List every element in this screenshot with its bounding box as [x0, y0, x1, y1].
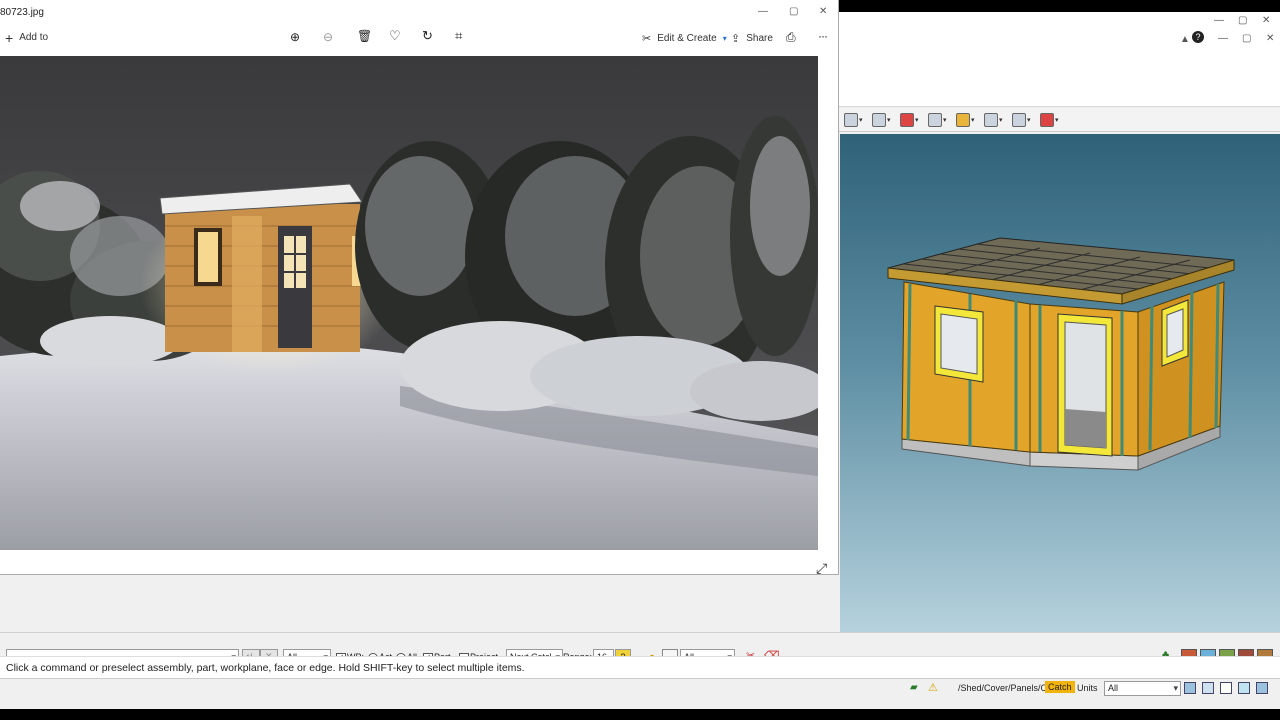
cad-status-bar: ▰ ⚠ /Shed/Cover/Panels/OS Catch Units Al…: [0, 678, 1280, 699]
erase-button[interactable]: ▾: [1040, 112, 1064, 128]
chevron-down-icon: ▾: [722, 34, 727, 43]
snowy-garden-shed-photo: [0, 56, 830, 550]
display-icon: [1012, 112, 1026, 127]
help-icon[interactable]: ?: [1192, 31, 1204, 43]
photos-toolbar: + Add to ⊕ ⊖ 🗑 ♡ ↻ ⌗ ✂ Edit & Create ▾ ⇪…: [0, 24, 838, 56]
window-glass-side: [1166, 308, 1184, 358]
zoom-fit-icon: [984, 112, 998, 127]
cad-command-bar: ↵ ✕ All ✓WP: Act All ✓Part Project Next …: [0, 632, 1280, 665]
window-icon[interactable]: [1202, 682, 1214, 694]
maximize-icon[interactable]: ▢: [789, 6, 798, 17]
cad-message-line: Click a command or preselect assembly, p…: [0, 656, 1280, 679]
fullscreen-icon[interactable]: ⤢: [816, 560, 827, 577]
window-title: 80723.jpg: [0, 7, 44, 18]
photo-image[interactable]: [0, 56, 830, 550]
more-options-icon[interactable]: ···: [818, 29, 828, 43]
status-model-icon: ▰: [910, 682, 918, 693]
section-icon: [900, 112, 914, 127]
minimize-icon[interactable]: —: [1218, 33, 1228, 44]
share-button[interactable]: ⇪ Share: [731, 32, 773, 45]
units-select[interactable]: All: [1104, 681, 1181, 696]
minimize-icon[interactable]: —: [1214, 15, 1224, 26]
favorite-icon[interactable]: ♡: [389, 28, 401, 44]
close-icon[interactable]: ✕: [1266, 33, 1274, 44]
restore-icon[interactable]: ▢: [1242, 33, 1251, 44]
units-label: Units: [1077, 683, 1098, 693]
zoom-in-icon[interactable]: ⊕: [290, 30, 300, 44]
crop-icon[interactable]: ⌗: [455, 28, 462, 44]
eraser-icon: [1040, 112, 1054, 127]
print-icon[interactable]: ⎙: [786, 30, 796, 45]
workplane-icon: [928, 112, 942, 127]
render-mode-button[interactable]: ▾: [872, 112, 896, 128]
edit-create-button[interactable]: ✂ Edit & Create ▾: [642, 32, 727, 45]
add-to-button[interactable]: + Add to: [5, 29, 49, 46]
fit-view-icon[interactable]: [1238, 682, 1250, 694]
right-snowy-trees: [355, 116, 830, 421]
close-icon[interactable]: ✕: [819, 6, 827, 17]
plus-icon: +: [5, 29, 14, 46]
rotate-icon[interactable]: ↻: [422, 28, 433, 44]
window-glass-front: [940, 313, 978, 375]
material-icon: [956, 112, 970, 127]
warning-icon[interactable]: ⚠: [928, 681, 942, 695]
layout-icon[interactable]: [1184, 682, 1196, 694]
door-floor: [1065, 409, 1106, 448]
previous-view-icon[interactable]: [1220, 682, 1232, 694]
render-icon: [872, 112, 886, 127]
cad-ribbon: ▲ ? — ▢ ✕: [838, 31, 1280, 107]
share-icon: ⇪: [731, 33, 741, 45]
view-orientation-button[interactable]: ▾: [844, 112, 868, 128]
3d-viewport[interactable]: [840, 134, 1280, 642]
prompt-message: Click a command or preselect assembly, p…: [6, 662, 525, 674]
share-label: Share: [746, 33, 773, 44]
material-button[interactable]: ▾: [956, 112, 980, 128]
minimize-icon[interactable]: —: [758, 6, 768, 17]
shed-3d-model: [887, 237, 1235, 471]
photos-titlebar: 80723.jpg — ▢ ✕: [0, 0, 838, 24]
edit-icon: ✂: [642, 33, 652, 45]
display-button[interactable]: ▾: [1012, 112, 1036, 128]
catch-toggle[interactable]: Catch: [1045, 681, 1075, 693]
grid-icon[interactable]: [1256, 682, 1268, 694]
photos-viewer-window: 80723.jpg — ▢ ✕ + Add to ⊕ ⊖ 🗑 ♡ ↻ ⌗ ✂ E…: [0, 0, 839, 577]
close-icon[interactable]: ✕: [1262, 15, 1270, 26]
add-to-label: Add to: [19, 32, 49, 43]
section-button[interactable]: ▾: [900, 112, 924, 128]
restore-icon[interactable]: ▢: [1238, 15, 1247, 26]
workplane-button[interactable]: ▾: [928, 112, 952, 128]
collapse-ribbon-icon[interactable]: ▲: [1180, 34, 1190, 45]
zoom-out-icon[interactable]: ⊖: [323, 30, 333, 44]
view-cube-icon: [844, 112, 858, 127]
edit-create-label: Edit & Create: [657, 33, 717, 44]
delete-icon[interactable]: 🗑: [357, 29, 372, 43]
zoom-fit-button[interactable]: ▾: [984, 112, 1008, 128]
cad-titlebar: — ▢ ✕: [838, 12, 1280, 34]
cad-view-toolbar: ▾ ▾ ▾ ▾ ▾ ▾ ▾ ▾: [838, 108, 1280, 132]
active-path: /Shed/Cover/Panels/OS: [958, 683, 1054, 693]
